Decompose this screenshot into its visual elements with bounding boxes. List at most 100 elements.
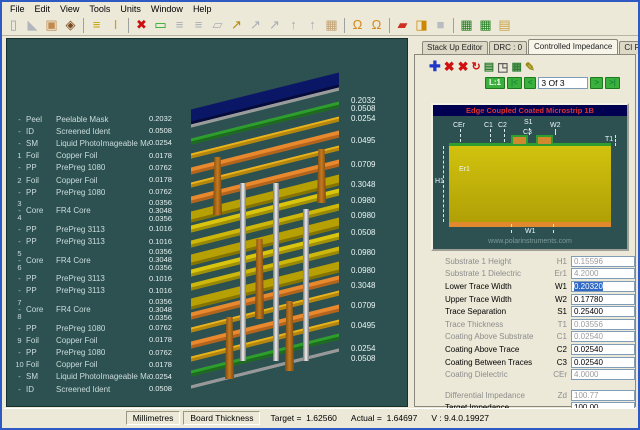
dim-label-c3: C3 [523,129,532,136]
copper-via-graphic [225,317,234,379]
layer-type: Core [26,305,56,314]
menu-units[interactable]: Units [115,4,146,14]
layer-row[interactable]: -PPPrePreg 10800.0762 [13,322,187,334]
layer-row[interactable]: -PPPrePreg 10800.0762 [13,162,187,174]
layer-row[interactable]: -PPPrePreg 31130.1016 [13,223,187,235]
menu-help[interactable]: Help [188,4,217,14]
edit-structure-icon[interactable]: ✎ [525,60,535,74]
layer-type: PP [26,274,56,283]
layer-row[interactable]: -IDScreened Ident0.0508 [13,125,187,137]
tab-controlled-impedance[interactable]: Controlled Impedance [528,39,618,54]
layer-row[interactable]: 10FoilCopper Foil0.0178 [13,359,187,371]
menu-edit[interactable]: Edit [30,4,56,14]
tab-stack-up-editor[interactable]: Stack Up Editor [422,41,488,54]
prev-structure-button[interactable]: < [524,77,537,89]
new-stack-icon[interactable]: ▯ [4,16,23,34]
stackup-view-panel[interactable]: -PeelPeelable Mask0.2032-IDScreened Iden… [6,38,408,407]
spreadsheet-report-icon[interactable]: ▤ [495,16,514,34]
menu-view[interactable]: View [55,4,84,14]
layer-thickness: 0.0178 [149,176,185,184]
delete-layer-icon[interactable]: ✖ [132,16,151,34]
field-label: Trace Thickness [445,320,551,329]
tab-drc-0[interactable]: DRC : 0 [489,41,527,54]
mirror-stack-icon[interactable]: ◈ [61,16,80,34]
field-C3[interactable]: 0.02540 [571,357,635,368]
field-C1: 0.02540 [571,331,635,342]
units-indicator: Millimetres [126,411,181,425]
copy-layer-icon[interactable]: ▭ [151,16,170,34]
delete-all-structures-icon[interactable]: ✖ [458,59,469,75]
pressed-thickness-value: 0.0508 [351,104,375,113]
delete-structure-icon[interactable]: ✖ [444,59,455,75]
layer-row[interactable]: 5 - 6CoreFR4 Core0.0356 0.3048 0.0356 [13,248,187,273]
layer-row[interactable]: 9FoilCopper Foil0.0178 [13,334,187,346]
layer-row[interactable]: 1FoilCopper Foil0.0178 [13,150,187,162]
next-structure-button[interactable]: > [590,77,603,89]
move-layer-up-icon[interactable]: ↗ [246,16,265,34]
layer-row[interactable]: -PPPrePreg 31130.1016 [13,236,187,248]
field-W1[interactable]: 0.20320 [571,281,635,292]
layer-type: ID [26,127,56,136]
drill-pair-alt-icon[interactable]: Ω [367,16,386,34]
layer-name: PrePreg 1080 [56,324,149,333]
stackup-thumbnail-icon[interactable]: ▤ [484,60,494,73]
field-CEr: 4.0000 [571,369,635,380]
menu-window[interactable]: Window [146,4,188,14]
layer-row[interactable]: -SMLiquid PhotoImageable Mask0.0254 [13,137,187,149]
add-layer-icon[interactable]: ≡ [87,16,106,34]
menu-file[interactable]: File [5,4,30,14]
flat-view-icon[interactable]: ▰ [393,16,412,34]
first-structure-button[interactable]: |< [507,77,522,89]
field-T1: 0.03556 [571,319,635,330]
layer-row[interactable]: -PeelPeelable Mask0.2032 [13,113,187,125]
recalculate-icon[interactable]: ↻ [472,60,481,73]
assign-material-icon[interactable]: ▦ [322,16,341,34]
dimension-line [504,129,505,142]
field-S1[interactable]: 0.25400 [571,306,635,317]
shift-stack-down-icon[interactable]: ↑ [303,16,322,34]
stack-wizard-icon[interactable]: ◣ [23,16,42,34]
layer-row[interactable]: 2FoilCopper Foil0.0178 [13,174,187,186]
layer-row[interactable]: -SMLiquid PhotoImageable Mask0.0254 [13,371,187,383]
menu-tools[interactable]: Tools [84,4,115,14]
add-structure-icon[interactable]: ✚ [429,58,441,75]
layer-type: PP [26,324,56,333]
paste-layer-icon[interactable]: ≡ [170,16,189,34]
layer-row[interactable]: 7 - 8CoreFR4 Core0.0356 0.3048 0.0356 [13,297,187,322]
dim-label-w2: W2 [550,122,561,129]
move-layer-down-icon[interactable]: ↗ [265,16,284,34]
layer-row[interactable]: -IDScreened Ident0.0508 [13,383,187,395]
frame-view-icon[interactable]: ◳ [497,60,508,74]
layer-name: Liquid PhotoImageable Mask [56,139,149,148]
drill-pair-icon[interactable]: Ω [348,16,367,34]
add-drill-icon[interactable]: Ι [106,16,125,34]
layer-row[interactable]: 3 - 4CoreFR4 Core0.0356 0.3048 0.0356 [13,198,187,223]
material-library-icon[interactable]: ▣ [42,16,61,34]
layer-row[interactable]: -PPPrePreg 31130.1016 [13,285,187,297]
layer-row[interactable]: -PPPrePreg 10800.0762 [13,346,187,358]
layer-row[interactable]: -PPPrePreg 10800.0762 [13,186,187,198]
tab-ci-results[interactable]: CI Results [619,41,640,54]
insert-layer-below-icon[interactable]: ▱ [208,16,227,34]
last-structure-button[interactable]: >| [605,77,620,89]
insert-layer-above-icon[interactable]: ≡ [189,16,208,34]
board-report-icon[interactable]: ▦ [457,16,476,34]
field-value: 0.15596 [574,257,603,266]
structure-position-field[interactable] [538,77,588,89]
copper-via-graphic [255,239,264,319]
structure-thumbnail-icon[interactable]: ▦ [512,60,522,73]
ghost-cube-icon[interactable]: ■ [431,16,450,34]
layer-row[interactable]: -PPPrePreg 31130.1016 [13,273,187,285]
impedance-structure-diagram: Edge Coupled Coated Microstrip 1B [431,103,629,251]
board-report-alt-icon[interactable]: ▦ [476,16,495,34]
layer-thickness: 0.0254 [149,373,185,381]
shift-stack-up-icon[interactable]: ↑ [284,16,303,34]
field-C2[interactable]: 0.02540 [571,344,635,355]
layer-indicator-button[interactable]: L:1 [485,77,505,89]
field-label: Coating Above Substrate [445,332,551,341]
layer-number: - [13,226,26,233]
layer-thickness: 0.0356 0.3048 0.0356 [149,298,185,322]
swap-layers-icon[interactable]: ↗ [227,16,246,34]
cube-view-icon[interactable]: ◨ [412,16,431,34]
field-W2[interactable]: 0.17780 [571,294,635,305]
